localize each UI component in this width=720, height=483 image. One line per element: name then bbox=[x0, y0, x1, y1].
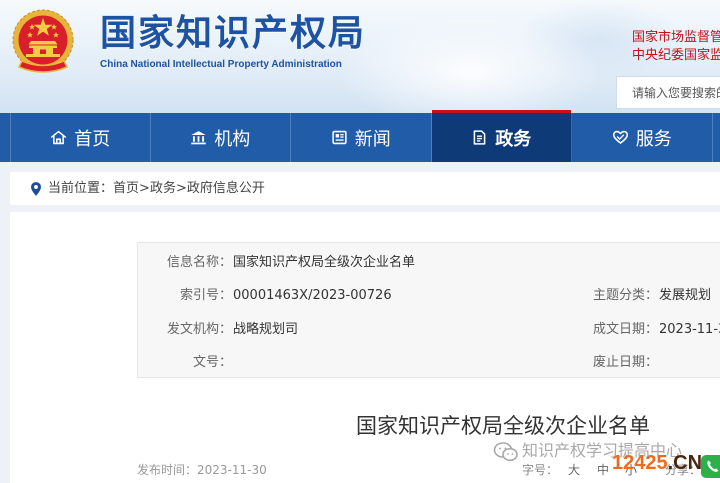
nav-item-organization[interactable]: 机构 bbox=[151, 113, 291, 162]
font-size-label: 字号： bbox=[522, 463, 559, 477]
info-value: 发展规划 bbox=[659, 288, 712, 304]
link-ccdi[interactable]: 中央纪委国家监 bbox=[632, 47, 720, 64]
info-row-doc-number: 文号： 废止日期： bbox=[138, 346, 720, 377]
info-label: 主题分类： bbox=[592, 288, 658, 304]
font-size-large-button[interactable]: 大 bbox=[568, 462, 580, 478]
nav-item-label: 首页 bbox=[74, 128, 111, 150]
wechat-icon bbox=[493, 442, 518, 462]
info-label: 文号： bbox=[192, 354, 232, 370]
phone-service-icon bbox=[701, 455, 720, 478]
home-icon bbox=[50, 129, 67, 146]
national-emblem-icon bbox=[12, 9, 74, 73]
watermark-suffix: .CN bbox=[667, 452, 703, 474]
info-label: 信息名称： bbox=[166, 255, 232, 270]
info-label: 发文机构： bbox=[166, 321, 232, 337]
location-pin-icon bbox=[31, 182, 41, 196]
publish-label: 发布时间： bbox=[137, 463, 198, 477]
info-row-title: 信息名称： 国家知识产权局全级次企业名单 bbox=[138, 246, 720, 279]
info-value: 00001463X/2023-00726 bbox=[233, 288, 392, 304]
breadcrumb: 当前位置：首页>政务>政府信息公开 bbox=[10, 172, 720, 205]
breadcrumb-link-home[interactable]: 首页 bbox=[113, 181, 139, 196]
nav-item-government-affairs[interactable]: 政务 bbox=[431, 110, 572, 162]
nav-item-label: 机构 bbox=[214, 128, 251, 150]
info-label: 索引号： bbox=[179, 288, 232, 304]
nav-item-label: 新闻 bbox=[354, 128, 391, 150]
heart-service-icon bbox=[612, 129, 629, 146]
breadcrumb-label: 当前位置： bbox=[48, 181, 114, 196]
nav-item-services[interactable]: 服务 bbox=[572, 113, 713, 162]
document-icon bbox=[471, 129, 488, 146]
nav-item-label: 政务 bbox=[495, 128, 532, 150]
content-panel: 信息名称： 国家知识产权局全级次企业名单 索引号： 00001463X/2023… bbox=[10, 212, 720, 483]
site-header: 国家知识产权局 China National Intellectual Prop… bbox=[0, 0, 720, 113]
breadcrumb-separator: > bbox=[175, 181, 187, 196]
site-number-watermark: 12425.CN bbox=[612, 451, 702, 476]
newspaper-icon bbox=[331, 129, 348, 146]
info-label: 废止日期： bbox=[592, 354, 658, 370]
site-title-english: China National Intellectual Property Adm… bbox=[100, 59, 342, 70]
search-input[interactable] bbox=[616, 76, 720, 109]
publish-time: 发布时间：2023-11-30 bbox=[137, 462, 267, 478]
info-row-issuer: 发文机构： 战略规划司 成文日期： 2023-11-3 bbox=[138, 313, 720, 346]
publish-date: 2023-11-30 bbox=[197, 463, 267, 477]
breadcrumb-link-government-affairs[interactable]: 政务 bbox=[150, 181, 176, 196]
site-logo-link[interactable]: 国家知识产权局 China National Intellectual Prop… bbox=[0, 0, 380, 80]
nav-item-home[interactable]: 首页 bbox=[10, 113, 151, 162]
building-icon bbox=[190, 129, 207, 146]
nav-item-news[interactable]: 新闻 bbox=[291, 113, 432, 162]
document-info-table: 信息名称： 国家知识产权局全级次企业名单 索引号： 00001463X/2023… bbox=[137, 242, 720, 378]
info-value: 战略规划司 bbox=[233, 321, 299, 337]
site-title: 国家知识产权局 bbox=[100, 13, 367, 54]
font-size-medium-button[interactable]: 中 bbox=[597, 462, 609, 478]
article-title: 国家知识产权局全级次企业名单 bbox=[356, 414, 650, 438]
info-value: 2023-11-3 bbox=[659, 321, 720, 337]
breadcrumb-separator: > bbox=[139, 181, 150, 196]
main-nav: 首页 机构 新闻 政务 服务 bbox=[0, 110, 720, 162]
info-row-index: 索引号： 00001463X/2023-00726 主题分类： 发展规划 bbox=[138, 279, 720, 312]
info-value: 国家知识产权局全级次企业名单 bbox=[233, 255, 416, 270]
nav-item-label: 服务 bbox=[635, 128, 672, 150]
watermark-number: 12425 bbox=[612, 452, 668, 474]
breadcrumb-link-info-disclosure[interactable]: 政府信息公开 bbox=[187, 181, 265, 196]
info-label: 成文日期： bbox=[592, 321, 658, 337]
link-samr[interactable]: 国家市场监督管 bbox=[632, 29, 720, 46]
